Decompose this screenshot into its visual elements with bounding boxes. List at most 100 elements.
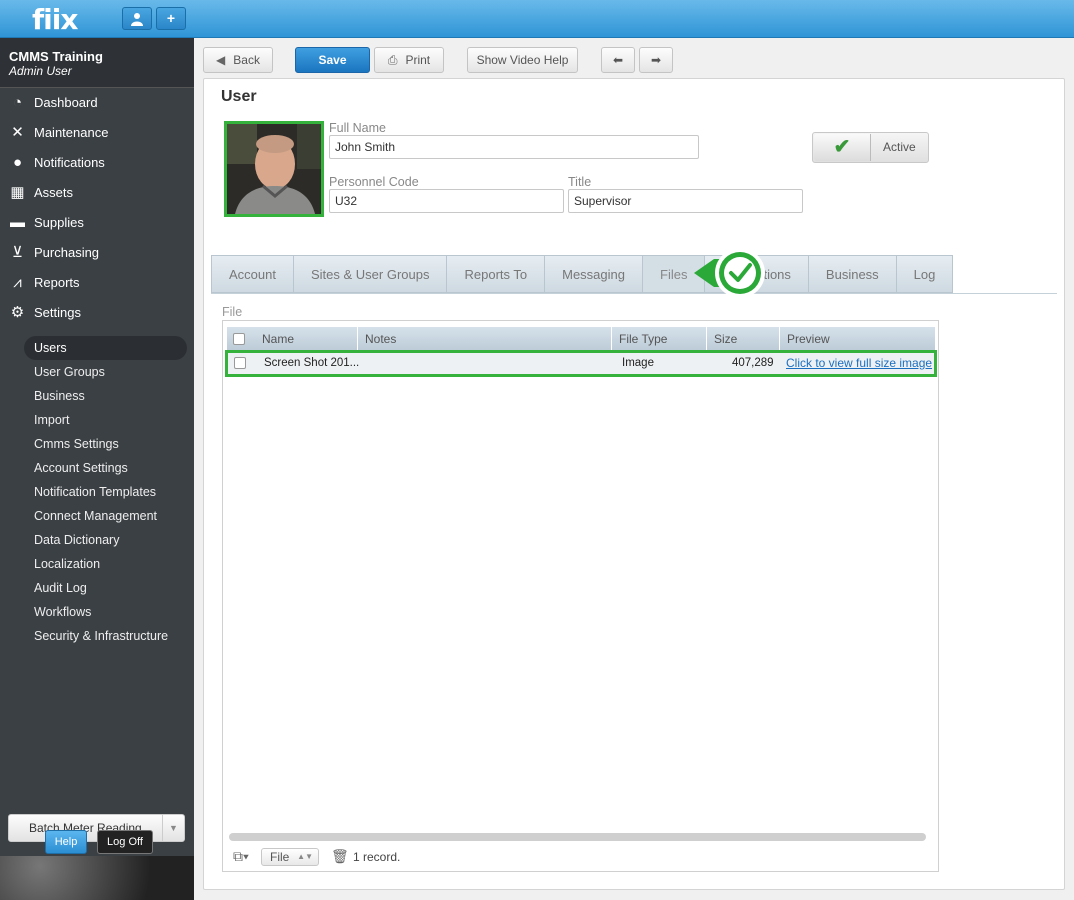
nav-label: Notifications: [34, 155, 105, 170]
tab-bar: Account Sites & User Groups Reports To M…: [211, 255, 954, 293]
subnav-notification-templates[interactable]: Notification Templates: [0, 480, 194, 504]
user-photo[interactable]: [224, 121, 324, 217]
file-type-select-value: File: [270, 850, 290, 864]
cart-icon: ⊻: [12, 244, 23, 261]
active-status-label: Active: [883, 140, 916, 154]
personnel-code-field[interactable]: U32: [329, 189, 564, 213]
subnav-connect-management[interactable]: Connect Management: [0, 504, 194, 528]
column-size[interactable]: Size: [707, 327, 780, 351]
truck-icon: ▬: [10, 214, 25, 231]
tab-sites-user-groups[interactable]: Sites & User Groups: [292, 255, 447, 293]
nav-settings[interactable]: ⚙ Settings: [0, 298, 194, 328]
nav-label: Maintenance: [34, 125, 109, 140]
arrow-right-icon: ➡: [650, 53, 662, 67]
preview-link[interactable]: Click to view full size image: [786, 353, 932, 374]
add-file-icon[interactable]: ⧉▾: [233, 848, 249, 865]
nav-maintenance[interactable]: ✕ Maintenance: [0, 118, 194, 148]
tab-log[interactable]: Log: [895, 255, 954, 293]
trash-icon[interactable]: 🗑: [331, 848, 349, 865]
subnav-localization[interactable]: Localization: [0, 552, 194, 576]
subnav-users[interactable]: Users: [24, 336, 187, 360]
dashboard-icon: ◔: [12, 94, 23, 111]
tab-messaging[interactable]: Messaging: [544, 255, 642, 293]
grid-header: Name Notes File Type Size Preview: [227, 327, 935, 351]
main-nav: ◔ Dashboard ✕ Maintenance ● Notifications ▦…: [0, 88, 194, 328]
add-button[interactable]: +: [156, 7, 186, 30]
nav-reports[interactable]: ⩘ Reports: [0, 268, 194, 298]
record-count: 1 record.: [353, 850, 401, 864]
gear-icon: ⚙: [10, 304, 25, 321]
title-field[interactable]: Supervisor: [568, 189, 803, 213]
save-button[interactable]: Save: [295, 47, 370, 73]
subnav-account-settings[interactable]: Account Settings: [0, 456, 194, 480]
tab-account[interactable]: Account: [211, 255, 293, 293]
check-callout-icon: [694, 248, 765, 298]
plus-icon: +: [166, 10, 176, 26]
back-button[interactable]: ◀ Back: [203, 47, 273, 73]
nav-notifications[interactable]: ● Notifications: [0, 148, 194, 178]
nav-dashboard[interactable]: ◔ Dashboard: [0, 88, 194, 118]
file-section-label: File: [222, 305, 243, 319]
column-file-type[interactable]: File Type: [612, 327, 707, 351]
select-all-checkbox[interactable]: [233, 333, 245, 345]
nav-supplies[interactable]: ▬ Supplies: [0, 208, 194, 238]
subnav-audit-log[interactable]: Audit Log: [0, 576, 194, 600]
file-type-select[interactable]: File ▲▼: [261, 848, 319, 866]
user-icon: [131, 13, 143, 26]
nav-label: Purchasing: [34, 245, 100, 260]
print-button[interactable]: ⎙ Print: [374, 47, 444, 73]
user-button[interactable]: [122, 7, 152, 30]
nav-label: Settings: [34, 305, 81, 320]
column-preview[interactable]: Preview: [780, 327, 935, 351]
nav-purchasing[interactable]: ⊻ Purchasing: [0, 238, 194, 268]
file-name-cell: Screen Shot 201...: [264, 357, 360, 369]
previous-record-button[interactable]: ⬅: [601, 47, 635, 73]
back-label: Back: [233, 53, 260, 67]
sidebar: CMMS Training Admin User ◔ Dashboard ✕ Mai…: [0, 38, 194, 900]
account-info[interactable]: CMMS Training Admin User: [0, 38, 194, 88]
next-record-button[interactable]: ➡: [639, 47, 673, 73]
subnav-workflows[interactable]: Workflows: [0, 600, 194, 624]
column-notes[interactable]: Notes: [358, 327, 612, 351]
print-label: Print: [405, 53, 431, 67]
personnel-code-label: Personnel Code: [329, 175, 419, 189]
subnav-business[interactable]: Business: [0, 384, 194, 408]
show-video-help-button[interactable]: Show Video Help: [467, 47, 578, 73]
grid-footer: ⧉▾ File ▲▼ 🗑 1 record.: [227, 845, 935, 869]
row-checkbox[interactable]: [234, 357, 246, 369]
full-name-label: Full Name: [329, 121, 386, 135]
user-role: Admin User: [9, 64, 72, 78]
active-toggle[interactable]: ✔ Active: [812, 132, 929, 163]
arrow-left-icon: ◀: [216, 53, 226, 67]
nav-label: Reports: [34, 275, 80, 290]
subnav-import[interactable]: Import: [0, 408, 194, 432]
table-row[interactable]: Screen Shot 201... Image 407,289 Click t…: [225, 350, 937, 377]
tab-divider: [211, 293, 1057, 294]
speech-bubble-icon: ●: [12, 154, 23, 171]
top-bar: fiix +: [0, 0, 1074, 38]
help-button[interactable]: Help: [45, 830, 87, 854]
subnav-cmms-settings[interactable]: Cmms Settings: [0, 432, 194, 456]
file-size-cell: 407,289: [732, 357, 774, 369]
settings-subnav: Users User Groups Business Import Cmms S…: [0, 328, 194, 648]
portrait-image: [227, 124, 321, 214]
nav-label: Dashboard: [34, 95, 98, 110]
full-name-field[interactable]: John Smith: [329, 135, 699, 159]
files-grid: Name Notes File Type Size Preview Screen…: [222, 320, 939, 872]
tab-reports-to[interactable]: Reports To: [446, 255, 545, 293]
subnav-data-dictionary[interactable]: Data Dictionary: [0, 528, 194, 552]
nav-label: Assets: [34, 185, 74, 200]
log-off-button[interactable]: Log Off: [97, 830, 153, 854]
nav-label: Supplies: [34, 215, 84, 230]
tab-business[interactable]: Business: [807, 255, 896, 293]
horizontal-scrollbar[interactable]: [229, 833, 926, 841]
sidebar-footer: [0, 856, 194, 900]
page-title: User: [221, 88, 257, 105]
chevron-down-icon[interactable]: ▼: [162, 815, 184, 841]
nav-assets[interactable]: ▦ Assets: [0, 178, 194, 208]
column-name[interactable]: Name: [255, 327, 358, 351]
fiix-logo[interactable]: fiix: [32, 3, 78, 36]
subnav-security[interactable]: Security & Infrastructure: [0, 624, 194, 648]
subnav-user-groups[interactable]: User Groups: [0, 360, 194, 384]
select-arrows-icon: ▲▼: [297, 852, 313, 861]
